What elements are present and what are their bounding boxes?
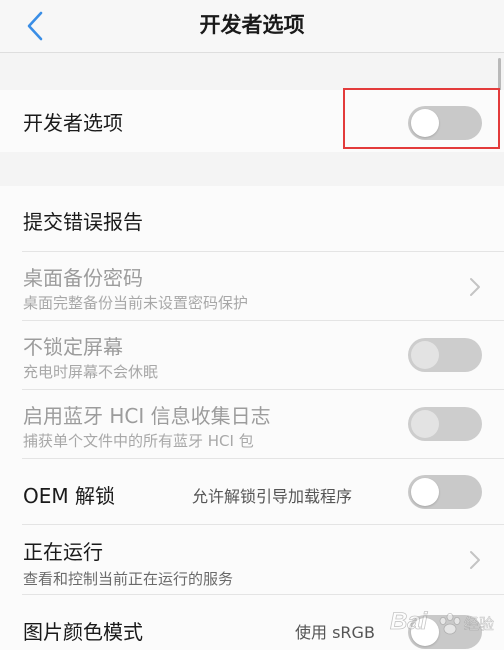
list-item-subtitle: 充电时屏幕不会休眠 [23, 363, 159, 381]
chevron-right-icon [470, 551, 480, 569]
list-item-title: 桌面备份密码 [23, 266, 143, 290]
nav-divider [0, 52, 504, 53]
watermark-logo: Bai 经验 [390, 608, 495, 636]
toggle-knob [411, 410, 439, 438]
oem-unlock-toggle[interactable] [408, 475, 482, 509]
list-item-title: 不锁定屏幕 [23, 335, 123, 359]
settings-list: 提交错误报告 桌面备份密码 桌面完整备份当前未设置密码保护 不锁定屏幕 充电时屏… [0, 186, 504, 650]
list-item-backup-password[interactable]: 桌面备份密码 桌面完整备份当前未设置密码保护 [0, 252, 504, 321]
toggle-knob [411, 341, 439, 369]
list-item-title: 正在运行 [23, 540, 103, 564]
watermark-suffix: 经验 [464, 615, 494, 633]
developer-toggle-label: 开发者选项 [23, 111, 123, 135]
list-item-subtitle: 查看和控制当前正在运行的服务 [23, 570, 234, 588]
watermark-brand: Bai [390, 608, 429, 635]
list-item-bluetooth-hci-log[interactable]: 启用蓝牙 HCI 信息收集日志 捕获单个文件中的所有蓝牙 HCI 包 [0, 390, 504, 459]
list-item-subtitle: 捕获单个文件中的所有蓝牙 HCI 包 [23, 432, 254, 450]
list-item-title: 提交错误报告 [23, 210, 143, 234]
developer-options-screen: 开发者选项 开发者选项 提交错误报告 桌面备份密码 桌面完整备份当前未设置密码保… [0, 0, 504, 650]
page-title: 开发者选项 [199, 13, 305, 37]
list-item-stay-awake[interactable]: 不锁定屏幕 充电时屏幕不会休眠 [0, 321, 504, 390]
watermark: Bai 经验 [388, 596, 500, 646]
back-button[interactable] [20, 8, 56, 44]
list-item-value: 使用 sRGB [295, 623, 375, 642]
stay-awake-toggle[interactable] [408, 338, 482, 372]
list-item-title: OEM 解锁 [23, 484, 115, 508]
navigation-bar: 开发者选项 [0, 0, 504, 52]
paw-icon [439, 612, 461, 635]
list-item-subtitle: 桌面完整备份当前未设置密码保护 [23, 294, 249, 312]
list-item-bug-report[interactable]: 提交错误报告 [0, 186, 504, 252]
bluetooth-hci-log-toggle[interactable] [408, 407, 482, 441]
chevron-right-icon [470, 278, 480, 296]
list-item-running-services[interactable]: 正在运行 查看和控制当前正在运行的服务 [0, 525, 504, 595]
chevron-left-icon [27, 11, 43, 41]
list-item-title: 图片颜色模式 [23, 620, 143, 644]
toggle-knob [411, 478, 439, 506]
highlight-box [343, 88, 500, 149]
list-item-oem-unlock[interactable]: OEM 解锁 允许解锁引导加载程序 [0, 459, 504, 525]
list-item-value: 允许解锁引导加载程序 [192, 487, 353, 506]
list-item-title: 启用蓝牙 HCI 信息收集日志 [23, 404, 271, 428]
